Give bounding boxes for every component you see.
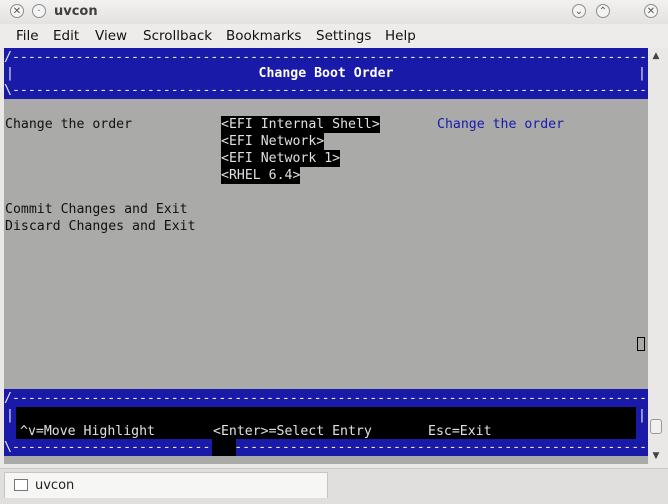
- scrollbar-thumb[interactable]: [650, 419, 662, 434]
- page-title: Change Boot Order: [258, 66, 394, 81]
- footer-select-hint: <Enter>=Select Entry: [213, 424, 372, 439]
- footer-border-right: |: [638, 408, 646, 423]
- scroll-up-icon[interactable]: ▲: [650, 50, 662, 62]
- menu-scrollback[interactable]: Scrollback: [143, 28, 212, 44]
- terminal-icon: [14, 479, 28, 491]
- footer-move-hint: ^v=Move Highlight: [20, 424, 155, 439]
- terminal-screen[interactable]: /---------------------------------------…: [4, 48, 648, 464]
- menu-settings[interactable]: Settings: [316, 28, 371, 44]
- maximize-icon[interactable]: ⌃: [596, 4, 610, 18]
- menu-view[interactable]: View: [95, 28, 127, 44]
- boot-entry-rhel[interactable]: <RHEL 6.4>: [221, 167, 301, 184]
- taskbar-tab-label: uvcon: [35, 478, 75, 493]
- change-order-label: Change the order: [5, 117, 133, 132]
- footer-exit-hint: Esc=Exit: [428, 424, 492, 439]
- footer-border-top: /---------------------------------------…: [4, 391, 648, 406]
- scrollbar[interactable]: [649, 48, 663, 464]
- commit-changes-option[interactable]: Commit Changes and Exit: [5, 201, 188, 218]
- menu-bookmarks[interactable]: Bookmarks: [226, 28, 301, 44]
- menu-help[interactable]: Help: [385, 28, 416, 44]
- scroll-down-icon[interactable]: ▼: [650, 450, 662, 462]
- window-title: uvcon: [54, 4, 98, 19]
- footer-border-left: |: [6, 408, 14, 423]
- menu-edit[interactable]: Edit: [53, 28, 79, 44]
- taskbar-tab-uvcon[interactable]: uvcon: [4, 472, 328, 498]
- boot-entry-efi-network-1[interactable]: <EFI Network 1>: [221, 150, 341, 167]
- minimize-icon[interactable]: ⌄: [572, 4, 586, 18]
- discard-changes-option[interactable]: Discard Changes and Exit: [5, 218, 196, 235]
- title-bar: ✕ · uvcon ⌄ ⌃ ✕: [0, 0, 668, 24]
- help-text: Change the order: [437, 117, 565, 132]
- footer-cursor-block: [212, 439, 236, 456]
- header-border-bottom: \---------------------------------------…: [4, 83, 648, 98]
- window-menu-icon[interactable]: ✕: [10, 4, 24, 18]
- footer-border-bottom: \---------------------------------------…: [4, 440, 648, 455]
- menu-bar: File Edit View Scrollback Bookmarks Sett…: [0, 24, 668, 48]
- header-border-top: /---------------------------------------…: [4, 50, 648, 65]
- pin-icon[interactable]: ·: [32, 4, 46, 18]
- menu-file[interactable]: File: [16, 28, 39, 44]
- boot-entry-efi-network[interactable]: <EFI Network>: [221, 133, 325, 150]
- boot-entry-efi-internal-shell[interactable]: <EFI Internal Shell>: [221, 116, 380, 133]
- taskbar: uvcon: [0, 468, 668, 504]
- close-icon[interactable]: ✕: [644, 4, 658, 18]
- terminal-cursor: [637, 337, 645, 351]
